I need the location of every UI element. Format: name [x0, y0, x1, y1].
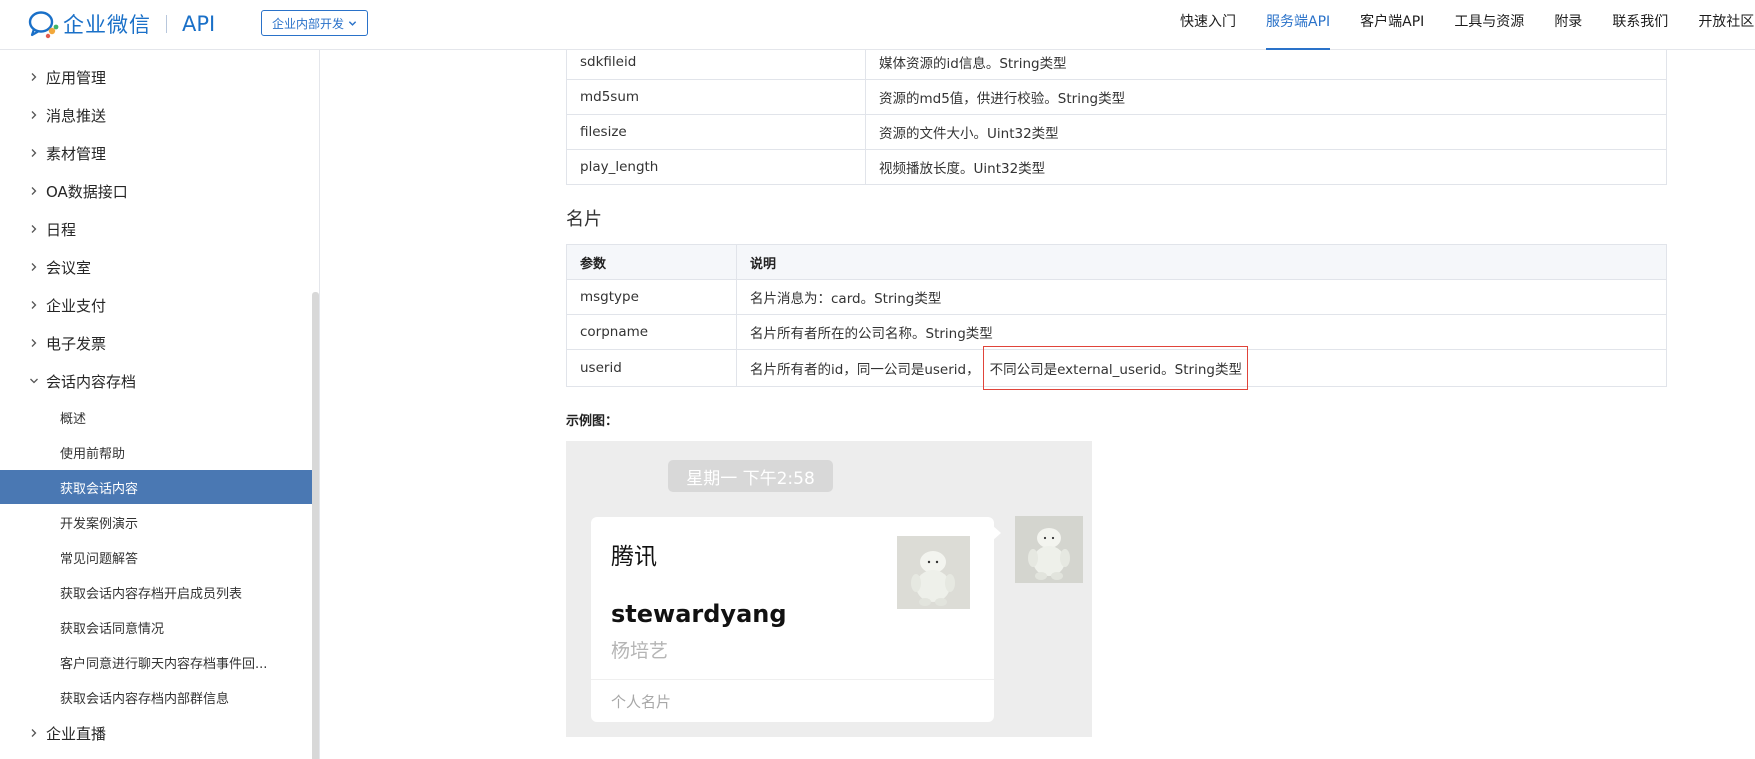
card-alias: 杨培艺: [611, 640, 669, 662]
sender-avatar: [1015, 516, 1083, 583]
sidebar-item-material[interactable]: 素材管理: [0, 136, 312, 170]
sidebar-item-label: 企业支付: [46, 296, 107, 315]
logo-text: 企业微信: [63, 13, 151, 37]
sidebar-sub-get-chat-content[interactable]: 获取会话内容: [0, 470, 312, 504]
table-row: msgtype 名片消息为：card。String类型: [566, 279, 1667, 315]
table-row: userid 名片所有者的id，同一公司是userid， 不同公司是externa…: [566, 346, 1667, 390]
desc-text: 名片所有者的id，同一公司是userid，: [750, 362, 980, 378]
param-cell: corpname: [566, 314, 737, 350]
sidebar-sub-consent-status[interactable]: 获取会话同意情况: [0, 610, 312, 644]
param-cell: md5sum: [566, 79, 866, 115]
chevron-right-icon: [31, 149, 37, 157]
table-row: play_length 视频播放长度。Uint32类型: [566, 149, 1667, 185]
chevron-right-icon: [31, 339, 37, 347]
chevron-right-icon: [31, 73, 37, 81]
dev-type-label: 企业内部开发: [271, 16, 344, 31]
desc-cell: 视频播放长度。Uint32类型: [865, 149, 1667, 185]
sidebar-item-app-management[interactable]: 应用管理: [0, 60, 312, 94]
sidebar-item-label: 电子发票: [46, 334, 107, 353]
sidebar-sub-faq[interactable]: 常见问题解答: [0, 540, 312, 574]
chevron-right-icon: [31, 187, 37, 195]
column-header: 参数: [566, 244, 737, 280]
desc-cell: 名片所有者的id，同一公司是userid， 不同公司是external_useri…: [736, 346, 1667, 390]
sidebar-scrollbar[interactable]: [312, 292, 319, 759]
nav-server-api[interactable]: 服务端API: [1266, 0, 1331, 50]
card-footer: 个人名片: [611, 693, 672, 711]
nav-community[interactable]: 开放社区: [1698, 0, 1754, 50]
param-cell: msgtype: [566, 279, 737, 315]
column-header: 说明: [736, 244, 1667, 280]
sidebar-item-label: OA数据接口: [46, 182, 128, 201]
chevron-right-icon: [31, 111, 37, 119]
sidebar-item-message-push[interactable]: 消息推送: [0, 98, 312, 132]
logo[interactable]: 企业微信 API: [28, 9, 215, 39]
desc-cell: 名片所有者所在的公司名称。String类型: [736, 314, 1667, 350]
desc-cell: 名片消息为：card。String类型: [736, 279, 1667, 315]
sidebar-sub-member-list[interactable]: 获取会话内容存档开启成员列表: [0, 575, 312, 609]
bubble-tail: [992, 525, 1001, 541]
sidebar-sub-dev-demo[interactable]: 开发案例演示: [0, 505, 312, 539]
nav-client-api[interactable]: 客户端API: [1360, 0, 1424, 50]
desc-cell: 资源的md5值，供进行校验。String类型: [865, 79, 1667, 115]
top-nav: 快速入门 服务端API 客户端API 工具与资源 附录 联系我们 开放社区: [1180, 0, 1755, 50]
sidebar-item-label: 应用管理: [46, 68, 107, 87]
sidebar-sub-pre-use-help[interactable]: 使用前帮助: [0, 435, 312, 469]
table-row: corpname 名片所有者所在的公司名称。String类型: [566, 314, 1667, 350]
sidebar-item-archive[interactable]: 会话内容存档: [0, 364, 312, 398]
sidebar-item-invoice[interactable]: 电子发票: [0, 326, 312, 360]
param-cell: filesize: [566, 114, 866, 150]
sidebar-item-label: 企业直播: [46, 724, 107, 743]
sidebar-item-oa-data[interactable]: OA数据接口: [0, 174, 312, 208]
sidebar-sub-consent-event[interactable]: 客户同意进行聊天内容存档事件回...: [0, 645, 312, 679]
top-header: 企业微信 API 企业内部开发 快速入门 服务端API 客户端API 工具与资源…: [0, 0, 1755, 50]
video-params-table: sdkfileid 媒体资源的id信息。String类型 md5sum 资源的m…: [566, 44, 1667, 185]
sidebar-item-schedule[interactable]: 日程: [0, 212, 312, 246]
desc-cell: 资源的文件大小。Uint32类型: [865, 114, 1667, 150]
table-header-row: 参数 说明: [566, 244, 1667, 280]
sidebar-sub-overview[interactable]: 概述: [0, 400, 312, 434]
param-cell: play_length: [566, 149, 866, 185]
sidebar-item-meeting-room[interactable]: 会议室: [0, 250, 312, 284]
sidebar-item-label: 日程: [46, 220, 77, 239]
chevron-down-icon: [30, 378, 38, 384]
nav-quickstart[interactable]: 快速入门: [1180, 0, 1236, 50]
nav-contact[interactable]: 联系我们: [1612, 0, 1668, 50]
sidebar: 应用管理 消息推送 素材管理 OA数据接口 日程 会议室 企业支付 电子发票 会…: [0, 50, 320, 759]
sidebar-item-label: 素材管理: [46, 144, 107, 163]
logo-api-text: API: [182, 12, 216, 36]
sidebar-sub-group-info[interactable]: 获取会话内容存档内部群信息: [0, 680, 312, 714]
sidebar-item-label: 消息推送: [46, 106, 107, 125]
sidebar-item-payment[interactable]: 企业支付: [0, 288, 312, 322]
card-divider: [591, 679, 994, 680]
contact-card: 腾讯 stewardyang 杨培艺 个人名片: [591, 517, 994, 722]
card-name: stewardyang: [611, 600, 787, 628]
sidebar-item-label: 会话内容存档: [46, 372, 137, 391]
highlighted-desc-text: 不同公司是external_userid。String类型: [982, 346, 1248, 390]
section-title-card: 名片: [566, 209, 602, 230]
nav-appendix[interactable]: 附录: [1554, 0, 1582, 50]
chevron-right-icon: [31, 225, 37, 233]
wecom-logo-icon: [28, 11, 59, 39]
chevron-right-icon: [31, 729, 37, 737]
sidebar-item-live[interactable]: 企业直播: [0, 716, 312, 750]
sidebar-item-label: 会议室: [46, 258, 92, 277]
chevron-right-icon: [31, 301, 37, 309]
example-label: 示例图：: [566, 414, 619, 429]
example-image: 星期一 下午2:58 腾讯 stewardyang 杨培艺 个人名片: [566, 441, 1092, 737]
chevron-right-icon: [31, 263, 37, 271]
table-row: md5sum 资源的md5值，供进行校验。String类型: [566, 79, 1667, 115]
param-cell: userid: [566, 349, 737, 387]
chevron-down-icon: [348, 20, 357, 26]
card-company: 腾讯: [611, 544, 657, 570]
logo-separator: [166, 15, 167, 33]
dev-type-select[interactable]: 企业内部开发: [261, 10, 368, 36]
card-avatar: [897, 536, 970, 609]
table-row: filesize 资源的文件大小。Uint32类型: [566, 114, 1667, 150]
time-pill: 星期一 下午2:58: [668, 460, 833, 492]
card-params-table: 参数 说明 msgtype 名片消息为：card。String类型 corpna…: [566, 244, 1667, 390]
nav-tools[interactable]: 工具与资源: [1454, 0, 1524, 50]
